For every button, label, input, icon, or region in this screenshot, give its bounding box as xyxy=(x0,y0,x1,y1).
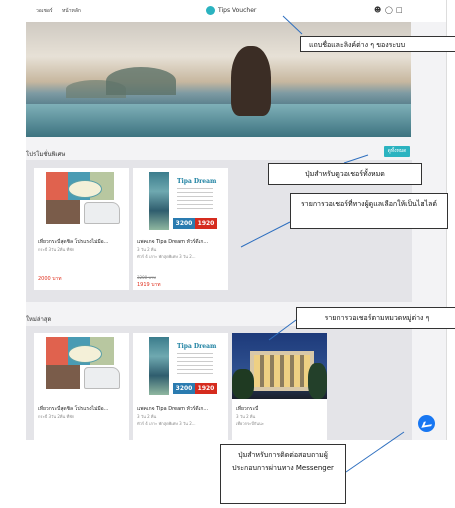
annotation-highlight: รายการวอเชอร์ที่ทางผู้ดูแลเลือกให้เป็นไฮ… xyxy=(290,193,448,229)
annotation-arrow xyxy=(345,431,405,473)
annotation-messenger: ปุ่มสำหรับการติดต่อสอบถามผู้ประกอบการผ่า… xyxy=(220,444,346,504)
annotation-arrows xyxy=(240,15,405,473)
annotation-category: รายการวอเชอร์ตามหมวดหมู่ต่าง ๆ xyxy=(296,307,455,329)
annotation-arrow xyxy=(240,221,291,248)
annotation-arrow xyxy=(268,319,297,341)
annotation-header: แถบชื่อและลิงค์ต่าง ๆ ของระบบ xyxy=(300,36,455,52)
annotation-arrow xyxy=(282,15,303,35)
annotation-view-all: ปุ่มสำหรับดูวอเชอร์ทั้งหมด xyxy=(268,163,422,185)
annotation-arrow xyxy=(343,154,369,164)
